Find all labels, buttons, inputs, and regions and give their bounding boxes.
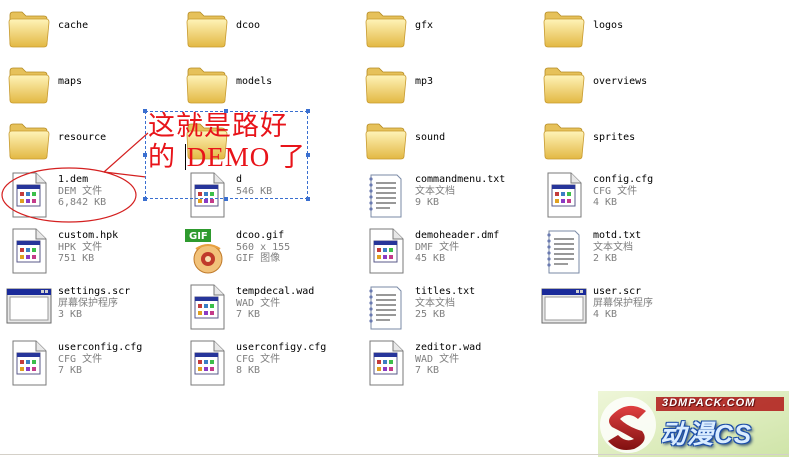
annotation-line-2b: DEMO 了	[186, 142, 306, 172]
window-bottom-edge	[0, 454, 789, 455]
annotation-line-1: 这就是路好	[148, 111, 288, 142]
text-caret	[184, 144, 186, 170]
annotation-pointer-line	[103, 132, 149, 178]
annotation-line-2: 的 DEMO 了	[148, 142, 348, 172]
annotation-text: 这就是路好 的 DEMO 了	[148, 111, 348, 173]
watermark-url: 3DMPACK.COM	[662, 397, 756, 409]
annotation-line-2a: 的	[148, 142, 184, 172]
annotation-ellipse	[1, 167, 137, 223]
watermark-logo-text: 动漫CS	[660, 419, 753, 449]
annotation-drawing	[1, 132, 149, 223]
